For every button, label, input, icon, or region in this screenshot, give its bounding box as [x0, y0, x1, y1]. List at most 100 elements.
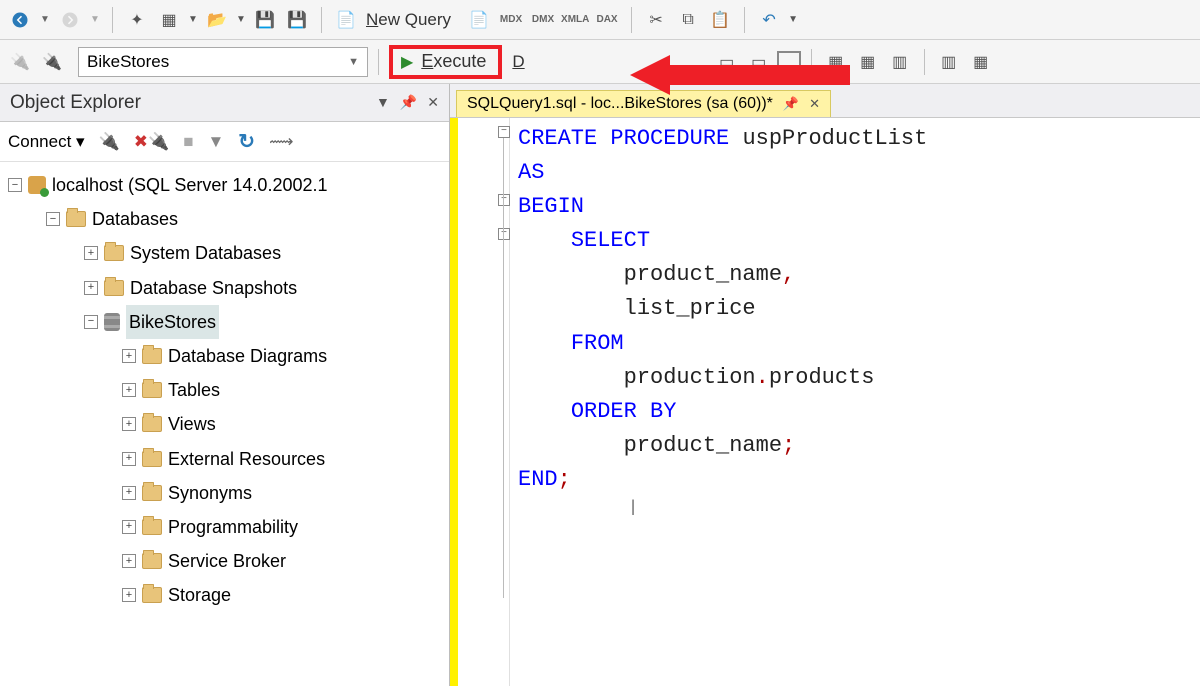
new-project-icon[interactable]: ▦	[155, 6, 183, 34]
dropdown-icon[interactable]: ▼	[235, 6, 247, 34]
object-explorer-panel: Object Explorer ▼ 📌 ✕ Connect ▾ 🔌 ✖🔌 ■ ▼…	[0, 84, 450, 686]
server-label: localhost (SQL Server 14.0.2002.1	[52, 168, 328, 202]
tool-icon[interactable]: ▦	[967, 48, 995, 76]
undo-icon[interactable]: ↶	[755, 6, 783, 34]
tree-server-node[interactable]: − localhost (SQL Server 14.0.2002.1	[4, 168, 445, 202]
back-button[interactable]	[6, 6, 34, 34]
new-query-icon[interactable]: 📄	[332, 6, 360, 34]
connect-icon[interactable]: 🔌	[6, 48, 34, 76]
collapse-icon[interactable]: −	[46, 212, 60, 226]
node-label: External Resources	[168, 442, 325, 476]
folder-icon	[142, 553, 162, 569]
pin-icon[interactable]: 📌	[400, 94, 417, 111]
forward-dropdown-icon[interactable]: ▼	[88, 6, 102, 34]
database-selector[interactable]: BikeStores ▼	[78, 47, 368, 77]
fold-icon[interactable]: −	[498, 126, 510, 138]
collapse-icon[interactable]: −	[8, 178, 22, 192]
expand-icon[interactable]: +	[84, 281, 98, 295]
activity-icon[interactable]: ⟿	[269, 132, 293, 152]
connect-icon[interactable]: 🔌	[99, 132, 120, 152]
xmla-button[interactable]: XMLA	[561, 14, 589, 25]
play-icon: ▶	[401, 52, 413, 72]
node-label: BikeStores	[126, 305, 219, 339]
editor-area: SQLQuery1.sql - loc...BikeStores (sa (60…	[450, 84, 1200, 686]
expand-icon[interactable]: +	[122, 349, 136, 363]
panel-menu-icon[interactable]: ▼	[376, 94, 390, 111]
panel-title: Object Explorer	[10, 92, 141, 114]
tool-icon[interactable]	[777, 51, 801, 73]
new-file-icon[interactable]: ✦	[123, 6, 151, 34]
dropdown-icon[interactable]: ▼	[187, 6, 199, 34]
query-file-icon[interactable]: 📄	[465, 6, 493, 34]
node-label: Storage	[168, 578, 231, 612]
tool-icon[interactable]: ▦	[854, 48, 882, 76]
object-explorer-header: Object Explorer ▼ 📌 ✕	[0, 84, 449, 122]
server-icon	[28, 176, 46, 194]
tree-node[interactable]: + Database Snapshots	[4, 271, 445, 305]
editor-tab[interactable]: SQLQuery1.sql - loc...BikeStores (sa (60…	[456, 90, 831, 117]
folder-icon	[104, 280, 124, 296]
folder-icon	[142, 519, 162, 535]
pin-icon[interactable]: 📌	[783, 96, 799, 112]
stop-icon[interactable]: ■	[183, 132, 193, 152]
expand-icon[interactable]: +	[122, 486, 136, 500]
expand-icon[interactable]: +	[122, 520, 136, 534]
disconnect-icon[interactable]: ✖🔌	[134, 132, 169, 152]
tree-node[interactable]: +Programmability	[4, 510, 445, 544]
expand-icon[interactable]: +	[122, 383, 136, 397]
connect-button[interactable]: Connect ▾	[8, 132, 85, 152]
close-icon[interactable]: ✕	[809, 96, 820, 112]
execute-button[interactable]: ▶ Execute	[389, 45, 502, 79]
tree-node[interactable]: + Views	[4, 407, 445, 441]
back-dropdown-icon[interactable]: ▼	[38, 6, 52, 34]
expand-icon[interactable]: +	[122, 452, 136, 466]
fold-icon[interactable]: −	[498, 228, 510, 240]
new-query-button[interactable]: New Query	[366, 10, 451, 30]
folder-icon	[142, 348, 162, 364]
node-label: Views	[168, 407, 216, 441]
tree-node[interactable]: + External Resources	[4, 442, 445, 476]
folder-icon	[142, 382, 162, 398]
tree-node[interactable]: +Tables	[4, 373, 445, 407]
tool-icon[interactable]: ▥	[886, 48, 914, 76]
tree-databases-node[interactable]: − Databases	[4, 202, 445, 236]
save-icon[interactable]: 💾	[251, 6, 279, 34]
tool-icon[interactable]: ▭	[713, 48, 741, 76]
expand-icon[interactable]: +	[122, 588, 136, 602]
tree-node[interactable]: +Synonyms	[4, 476, 445, 510]
debug-button[interactable]: D	[512, 52, 524, 72]
node-label: Database Snapshots	[130, 271, 297, 305]
fold-icon[interactable]: −	[498, 194, 510, 206]
dmx-button[interactable]: DMX	[529, 14, 557, 25]
dax-button[interactable]: DAX	[593, 14, 621, 25]
open-icon[interactable]: 📂	[203, 6, 231, 34]
save-all-icon[interactable]: 💾	[283, 6, 311, 34]
tool-icon[interactable]: ▭	[745, 48, 773, 76]
tree-node[interactable]: + System Databases	[4, 236, 445, 270]
copy-icon[interactable]: ⧉	[674, 6, 702, 34]
close-icon[interactable]: ✕	[427, 94, 439, 111]
code-content[interactable]: CREATE PROCEDURE uspProductListASBEGIN S…	[510, 118, 1200, 686]
tool-icon[interactable]: ▥	[935, 48, 963, 76]
expand-icon[interactable]: +	[122, 554, 136, 568]
code-editor[interactable]: − − − CREATE PROCEDURE uspProductListASB…	[450, 118, 1200, 686]
editor-tab-bar: SQLQuery1.sql - loc...BikeStores (sa (60…	[450, 84, 1200, 118]
undo-dropdown-icon[interactable]: ▼	[787, 6, 799, 34]
paste-icon[interactable]: 📋	[706, 6, 734, 34]
filter-icon[interactable]: ▼	[207, 132, 224, 152]
folder-icon	[142, 416, 162, 432]
expand-icon[interactable]: +	[122, 417, 136, 431]
refresh-icon[interactable]: ↻	[238, 129, 255, 154]
tree-bikestores-node[interactable]: − BikeStores	[4, 305, 445, 339]
mdx-button[interactable]: MDX	[497, 14, 525, 25]
expand-icon[interactable]: +	[84, 246, 98, 260]
change-connection-icon[interactable]: 🔌	[38, 48, 66, 76]
tree-node[interactable]: + Storage	[4, 578, 445, 612]
forward-button[interactable]	[56, 6, 84, 34]
collapse-icon[interactable]: −	[84, 315, 98, 329]
tree-node[interactable]: +Database Diagrams	[4, 339, 445, 373]
cut-icon[interactable]: ✂	[642, 6, 670, 34]
tool-icon[interactable]: ▦	[822, 48, 850, 76]
tree-node[interactable]: +Service Broker	[4, 544, 445, 578]
node-label: Databases	[92, 202, 178, 236]
